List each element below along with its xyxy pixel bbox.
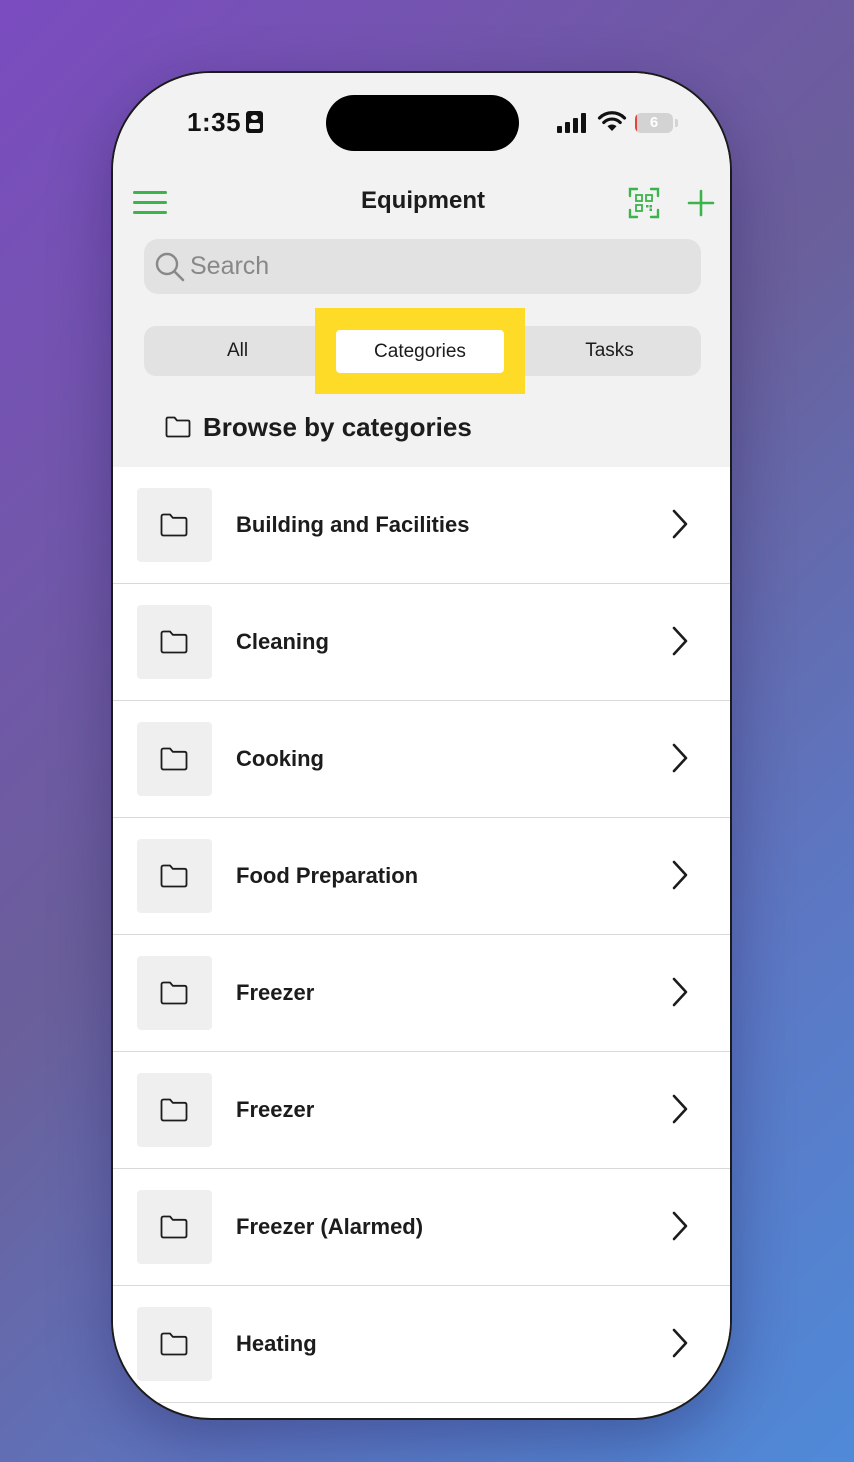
category-thumbnail	[137, 1307, 212, 1381]
folder-icon	[160, 630, 188, 654]
category-row[interactable]: Freezer (Alarmed)	[113, 1169, 730, 1286]
search-bar[interactable]	[144, 239, 701, 294]
tab-tasks[interactable]: Tasks	[518, 326, 701, 376]
contact-card-icon	[246, 111, 263, 133]
section-title: Browse by categories	[203, 411, 472, 442]
chevron-right-icon	[672, 860, 688, 890]
category-row[interactable]: Cleaning	[113, 584, 730, 701]
wifi-icon	[597, 111, 627, 131]
folder-icon	[165, 416, 191, 438]
chevron-right-icon	[672, 977, 688, 1007]
folder-icon	[160, 513, 188, 537]
category-row[interactable]: Food Preparation	[113, 818, 730, 935]
category-row[interactable]: Heating	[113, 1286, 730, 1403]
category-label: Cooking	[236, 746, 324, 771]
battery-level: 6	[649, 114, 659, 131]
page-title: Equipment	[361, 187, 485, 214]
category-label: Heating	[236, 1331, 317, 1356]
chevron-right-icon	[672, 509, 688, 539]
category-thumbnail	[137, 956, 212, 1030]
tab-categories[interactable]: Categories	[336, 330, 504, 373]
status-time: 1:35	[187, 107, 242, 137]
phone-frame: 1:35 6 Equipment Search All Tasks Catego…	[111, 71, 732, 1420]
category-thumbnail	[137, 722, 212, 796]
tab-all[interactable]: All	[144, 326, 331, 376]
section-heading: Browse by categories	[165, 409, 472, 445]
category-label: Building and Facilities	[236, 512, 470, 537]
folder-icon	[160, 1215, 188, 1239]
dynamic-island	[326, 95, 519, 151]
category-label: Freezer	[236, 980, 315, 1005]
hamburger-menu-icon[interactable]	[133, 191, 167, 215]
category-label: Freezer	[236, 1097, 315, 1122]
chevron-right-icon	[672, 743, 688, 773]
cellular-signal-icon	[557, 113, 589, 133]
category-thumbnail	[137, 1190, 212, 1264]
search-icon	[155, 252, 185, 282]
battery-icon: 6	[635, 113, 673, 133]
folder-icon	[160, 1098, 188, 1122]
category-row[interactable]: Cooking	[113, 701, 730, 818]
category-list: Building and Facilities Cleaning Cooking…	[113, 467, 730, 1403]
category-thumbnail	[137, 839, 212, 913]
chevron-right-icon	[672, 1094, 688, 1124]
battery-cap	[675, 119, 678, 127]
category-row[interactable]: Freezer	[113, 935, 730, 1052]
qr-scan-icon[interactable]	[628, 187, 660, 219]
chevron-right-icon	[672, 1328, 688, 1358]
folder-icon	[160, 864, 188, 888]
chevron-right-icon	[672, 626, 688, 656]
folder-icon	[160, 747, 188, 771]
category-label: Cleaning	[236, 629, 329, 654]
category-thumbnail	[137, 605, 212, 679]
add-button[interactable]	[687, 189, 715, 217]
category-label: Freezer (Alarmed)	[236, 1214, 424, 1239]
category-thumbnail	[137, 1073, 212, 1147]
category-label: Food Preparation	[236, 863, 419, 888]
category-row[interactable]: Freezer	[113, 1052, 730, 1169]
folder-icon	[160, 981, 188, 1005]
folder-icon	[160, 1332, 188, 1356]
search-input[interactable]	[190, 239, 670, 294]
chevron-right-icon	[672, 1211, 688, 1241]
category-thumbnail	[137, 488, 212, 562]
category-row[interactable]: Building and Facilities	[113, 467, 730, 584]
